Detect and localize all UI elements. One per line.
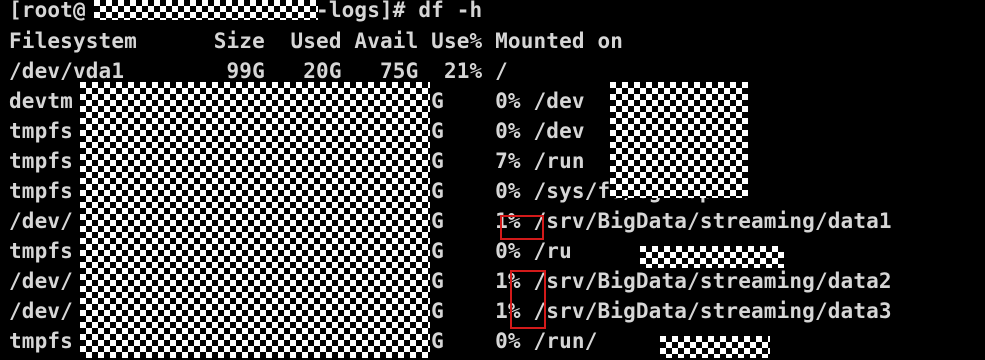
mountpoint-redaction-top bbox=[610, 82, 748, 198]
terminal-window[interactable]: [root@ K kafka-logs]# df -h Filesystem S… bbox=[0, 0, 985, 360]
terminal-line-header: Filesystem Size Used Avail Use% Mounted … bbox=[9, 29, 624, 53]
mountpoint-redaction-row12 bbox=[660, 336, 770, 358]
use-percent-highlight-data1 bbox=[500, 215, 544, 240]
mountpoint-redaction-row9 bbox=[640, 246, 784, 268]
size-columns-redaction bbox=[80, 82, 430, 358]
hostname-redaction bbox=[94, 0, 318, 20]
use-percent-highlight-data2-data3 bbox=[510, 270, 546, 329]
